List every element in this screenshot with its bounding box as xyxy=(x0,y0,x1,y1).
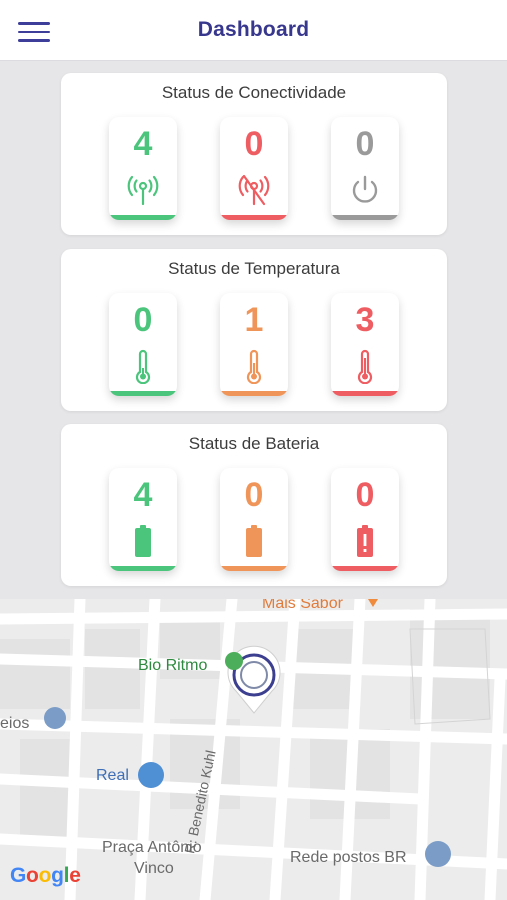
battery-alert-icon xyxy=(357,525,373,557)
app-header: Dashboard xyxy=(0,0,507,61)
power-icon xyxy=(352,175,378,203)
temperature-title: Status de Temperatura xyxy=(168,259,340,278)
map-streets xyxy=(0,599,507,900)
battery-alert-tile[interactable]: 0 xyxy=(331,468,399,571)
battery-half-count: 0 xyxy=(244,476,264,514)
thermometer-low-icon xyxy=(135,349,151,384)
tile-accent-bar xyxy=(220,566,288,571)
tile-accent-bar xyxy=(109,566,177,571)
temperature-mid-count: 1 xyxy=(244,301,264,339)
temperature-mid-tile[interactable]: 1 xyxy=(220,293,288,396)
connectivity-title: Status de Conectividade xyxy=(161,83,347,102)
thermometer-mid-icon xyxy=(246,349,262,384)
battery-full-tile[interactable]: 4 xyxy=(109,468,177,571)
tile-accent-bar xyxy=(331,215,399,220)
map-label-real: Real xyxy=(96,767,129,784)
battery-title: Status de Bateria xyxy=(188,434,320,453)
tile-accent-bar xyxy=(220,215,288,220)
dashboard-content: Status de Conectividade 4 0 0 Status de … xyxy=(0,61,507,599)
battery-alert-count: 0 xyxy=(355,476,375,514)
map-label-bio-ritmo: Bio Ritmo xyxy=(138,657,208,674)
connectivity-offline-count: 0 xyxy=(244,125,264,163)
connectivity-card: Status de Conectividade 4 0 0 xyxy=(61,73,447,235)
battery-card: Status de Bateria 4 0 0 xyxy=(61,424,447,586)
temperature-low-tile[interactable]: 0 xyxy=(109,293,177,396)
tile-accent-bar xyxy=(331,566,399,571)
google-logo: Google xyxy=(10,864,81,887)
battery-full-icon xyxy=(135,525,151,557)
signal-off-icon xyxy=(238,174,270,206)
battery-full-count: 4 xyxy=(133,476,153,514)
map-label-mais-sabor: Mais Sabor xyxy=(262,599,343,612)
map-label-eios: eios xyxy=(0,715,30,732)
tile-accent-bar xyxy=(331,391,399,396)
signal-tower-icon xyxy=(127,175,159,206)
tile-accent-bar xyxy=(109,391,177,396)
map-label-praca-line1: Praça Antônio xyxy=(102,839,202,856)
temperature-high-count: 3 xyxy=(355,301,375,339)
connectivity-off-tile[interactable]: 0 xyxy=(331,117,399,220)
battery-half-icon xyxy=(246,525,262,557)
map-view[interactable]: Mais Sabor Bio Ritmo eios Real R. Benedi… xyxy=(0,599,507,900)
connectivity-online-tile[interactable]: 4 xyxy=(109,117,177,220)
connectivity-off-count: 0 xyxy=(355,125,375,163)
connectivity-offline-tile[interactable]: 0 xyxy=(220,117,288,220)
map-label-praca-line2: Vinco xyxy=(134,860,174,877)
thermometer-high-icon xyxy=(357,349,373,384)
hamburger-menu-icon[interactable] xyxy=(18,22,50,42)
temperature-low-count: 0 xyxy=(133,301,153,339)
temperature-card: Status de Temperatura 0 1 3 xyxy=(61,249,447,411)
tile-accent-bar xyxy=(109,215,177,220)
temperature-high-tile[interactable]: 3 xyxy=(331,293,399,396)
tile-accent-bar xyxy=(220,391,288,396)
page-title: Dashboard xyxy=(197,18,310,41)
battery-half-tile[interactable]: 0 xyxy=(220,468,288,571)
connectivity-online-count: 4 xyxy=(133,125,153,163)
map-label-rede-postos: Rede postos BR xyxy=(290,849,407,866)
